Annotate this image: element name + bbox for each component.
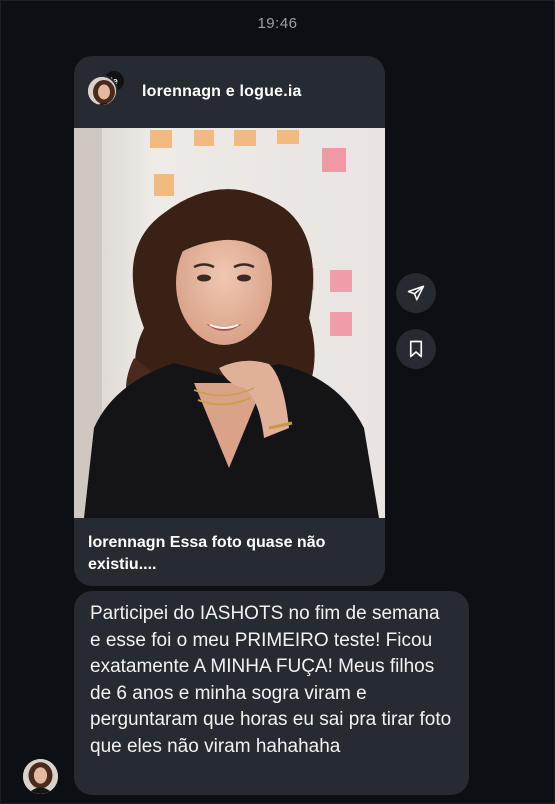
share-post-button[interactable]: [396, 273, 436, 313]
avatar-portrait-icon: [88, 77, 116, 105]
post-image[interactable]: [74, 128, 385, 518]
paper-plane-icon: [407, 285, 425, 301]
message-bubble[interactable]: Participei do IASHOTS no fim de semana e…: [74, 591, 469, 795]
dm-thread-screen: 19:46 ie lorennagn e logue.ia: [0, 0, 555, 804]
sender-avatar[interactable]: [23, 759, 58, 794]
post-avatars[interactable]: ie: [86, 69, 128, 113]
bookmark-icon: [409, 340, 423, 358]
message-timestamp: 19:46: [257, 15, 298, 32]
author-avatar[interactable]: [86, 75, 118, 107]
post-header[interactable]: ie lorennagn e logue.ia: [74, 56, 385, 128]
post-caption[interactable]: lorennagn Essa foto quase não existiu...…: [74, 518, 385, 586]
portrait-photo: [74, 128, 385, 518]
shared-post-card[interactable]: ie lorennagn e logue.ia: [74, 56, 385, 586]
save-post-button[interactable]: [396, 329, 436, 369]
post-authors[interactable]: lorennagn e logue.ia: [142, 83, 302, 101]
sender-portrait-icon: [23, 759, 58, 794]
